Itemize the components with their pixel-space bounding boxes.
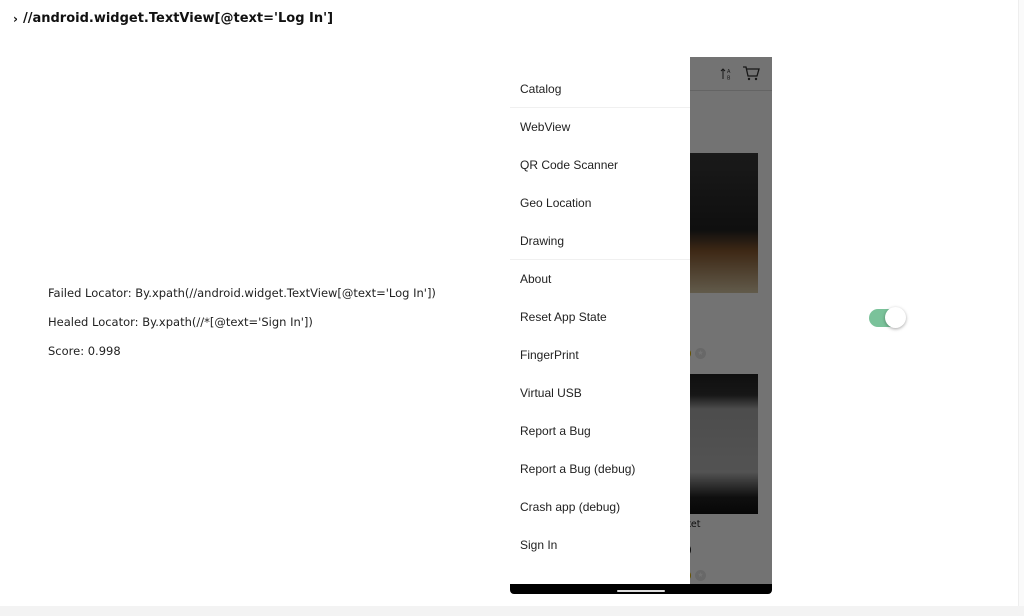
- bottom-bar: [0, 606, 1024, 616]
- menu-item-fingerprint[interactable]: FingerPrint: [510, 336, 690, 374]
- device-screenshot: A B s Bike Light ★: [510, 57, 772, 594]
- home-indicator[interactable]: [617, 590, 665, 592]
- menu-item-report-a-bug-debug[interactable]: Report a Bug (debug): [510, 450, 690, 488]
- menu-item-geo-location[interactable]: Geo Location: [510, 184, 690, 222]
- page: › //android.widget.TextView[@text='Log I…: [0, 0, 1024, 616]
- app-screen: A B s Bike Light ★: [510, 57, 772, 584]
- scrollbar[interactable]: [1018, 0, 1024, 606]
- menu-item-reset-app-state[interactable]: Reset App State: [510, 298, 690, 336]
- menu-item-sign-in[interactable]: Sign In: [510, 526, 690, 564]
- menu-item-virtual-usb[interactable]: Virtual USB: [510, 374, 690, 412]
- toggle-switch[interactable]: [869, 307, 906, 328]
- chevron-right-icon[interactable]: ›: [13, 12, 18, 26]
- healed-locator-text: Healed Locator: By.xpath(//*[@text='Sign…: [48, 315, 313, 329]
- menu-item-drawing[interactable]: Drawing: [510, 222, 690, 260]
- toggle-knob[interactable]: [885, 307, 906, 328]
- menu-item-crash-app-debug[interactable]: Crash app (debug): [510, 488, 690, 526]
- locator-header[interactable]: › //android.widget.TextView[@text='Log I…: [13, 11, 333, 26]
- score-text: Score: 0.998: [48, 344, 121, 358]
- menu-item-report-a-bug[interactable]: Report a Bug: [510, 412, 690, 450]
- failed-locator-text: Failed Locator: By.xpath(//android.widge…: [48, 286, 436, 300]
- menu-item-catalog[interactable]: Catalog: [510, 70, 690, 108]
- locator-info: Failed Locator: By.xpath(//android.widge…: [48, 286, 436, 373]
- menu-item-webview[interactable]: WebView: [510, 108, 690, 146]
- menu-item-qr-code-scanner[interactable]: QR Code Scanner: [510, 146, 690, 184]
- locator-title: //android.widget.TextView[@text='Log In'…: [22, 11, 334, 26]
- menu-item-about[interactable]: About: [510, 260, 690, 298]
- navigation-drawer: Catalog WebView QR Code Scanner Geo Loca…: [510, 57, 690, 584]
